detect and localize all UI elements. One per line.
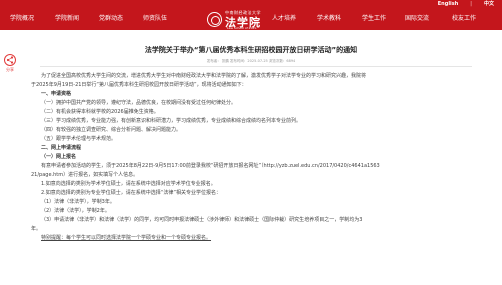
body-line: 21/page.htm）进行报名，如实填写个人信息。 xyxy=(31,172,139,178)
university-seal-icon xyxy=(207,12,222,27)
title-divider xyxy=(40,66,472,67)
body-line: （四）有较强的独立调查研究、综合分析问题、解决问题能力。 xyxy=(41,127,182,133)
share-label: 分享 xyxy=(6,67,14,72)
nav-item-news[interactable]: 学院新闻 xyxy=(55,8,79,30)
article-title: 法学院关于举办“第八届优秀本科生研招校园开放日研学活动”的通知 xyxy=(144,46,358,54)
body-line: 1.如意向选择的类别为学术学位硕士，请在系统中选择对应学术学位专业报名。 xyxy=(41,181,216,187)
nav-item-faculty[interactable]: 师资队伍 xyxy=(143,8,167,30)
logo-english-name: Law School of ZUEL xyxy=(227,26,257,30)
nav-item-international[interactable]: 国际交流 xyxy=(405,8,429,30)
language-switcher: English | 中文 xyxy=(438,0,494,8)
body-line: （2）法律（法学），学制2年。 xyxy=(41,208,110,214)
special-reminder: 特别提醒：每个学生可以同时选择法学院一个学硕专业和一个专硕专业报名。 xyxy=(41,235,212,241)
article-meta: 发布者： 张鹏 发布时间：2025-07-25 浏览次数：6894 xyxy=(206,59,296,63)
nav-item-overview[interactable]: 学院概况 xyxy=(10,8,34,30)
article-body: 为了促进全国高校优秀大学生间的交流，增进优秀大学生对中南财经政法大学和法学院的了… xyxy=(31,72,471,243)
body-line: （五）跟学学术伦理与学术规范。 xyxy=(41,136,117,142)
body-line: （3）申请法律（非法学）和法律（法学）的同学，均可同时申报法律硕士（涉外律师）和… xyxy=(41,217,363,223)
section-heading: 二、网上申请流程 xyxy=(41,145,82,151)
body-line: 为了促进全国高校优秀大学生间的交流，增进优秀大学生对中南财经政法大学和法学院的了… xyxy=(41,73,367,79)
body-line: （1）法律（非法学），学制3年。 xyxy=(41,199,115,205)
nav-item-students[interactable]: 学生工作 xyxy=(362,8,386,30)
body-line: 于2025年9月19日-21日举行“第八届优秀本科生研招校园开放日研学活动”，现… xyxy=(31,82,247,88)
body-line: （二）有机会获得本科就学校的2026届推免生资格。 xyxy=(41,109,159,115)
body-line: （一）拥护中国共产党的领导，遵纪守法，品德优良，在校期间没有受过任何纪律处分。 xyxy=(41,100,237,106)
body-line: 有意申请者参加活动的学生，须于2025年8月22日-9月5日17:00前登录我校… xyxy=(41,163,380,169)
body-line: 年。 xyxy=(31,226,42,232)
top-strip: English | 中文 xyxy=(0,0,502,8)
section-heading: 一、申请资格 xyxy=(41,91,72,97)
body-line: （三）学习成绩优秀，专业能力强，有创新意识和科研潜力，学习成绩优秀，专业成绩和综… xyxy=(41,118,302,124)
main-nav: 学院概况 学院新闻 党群动态 师资队伍 中南财经政法大学 法学院 Law Sch… xyxy=(0,8,502,30)
lang-english-link[interactable]: English xyxy=(438,0,459,8)
nav-item-party[interactable]: 党群动态 xyxy=(99,8,123,30)
body-line: 2.如意向选择的类别为专业学位硕士，请在系统中选择“法律”相关专业学位报名： xyxy=(41,190,221,196)
nav-item-alumni[interactable]: 校友工作 xyxy=(452,8,476,30)
lang-separator: | xyxy=(470,1,472,7)
nav-item-education[interactable]: 人才培养 xyxy=(272,8,296,30)
subsection-heading: （一）网上报名 xyxy=(41,154,77,160)
nav-item-research[interactable]: 学术教科 xyxy=(317,8,341,30)
lang-chinese-link[interactable]: 中文 xyxy=(484,0,494,8)
